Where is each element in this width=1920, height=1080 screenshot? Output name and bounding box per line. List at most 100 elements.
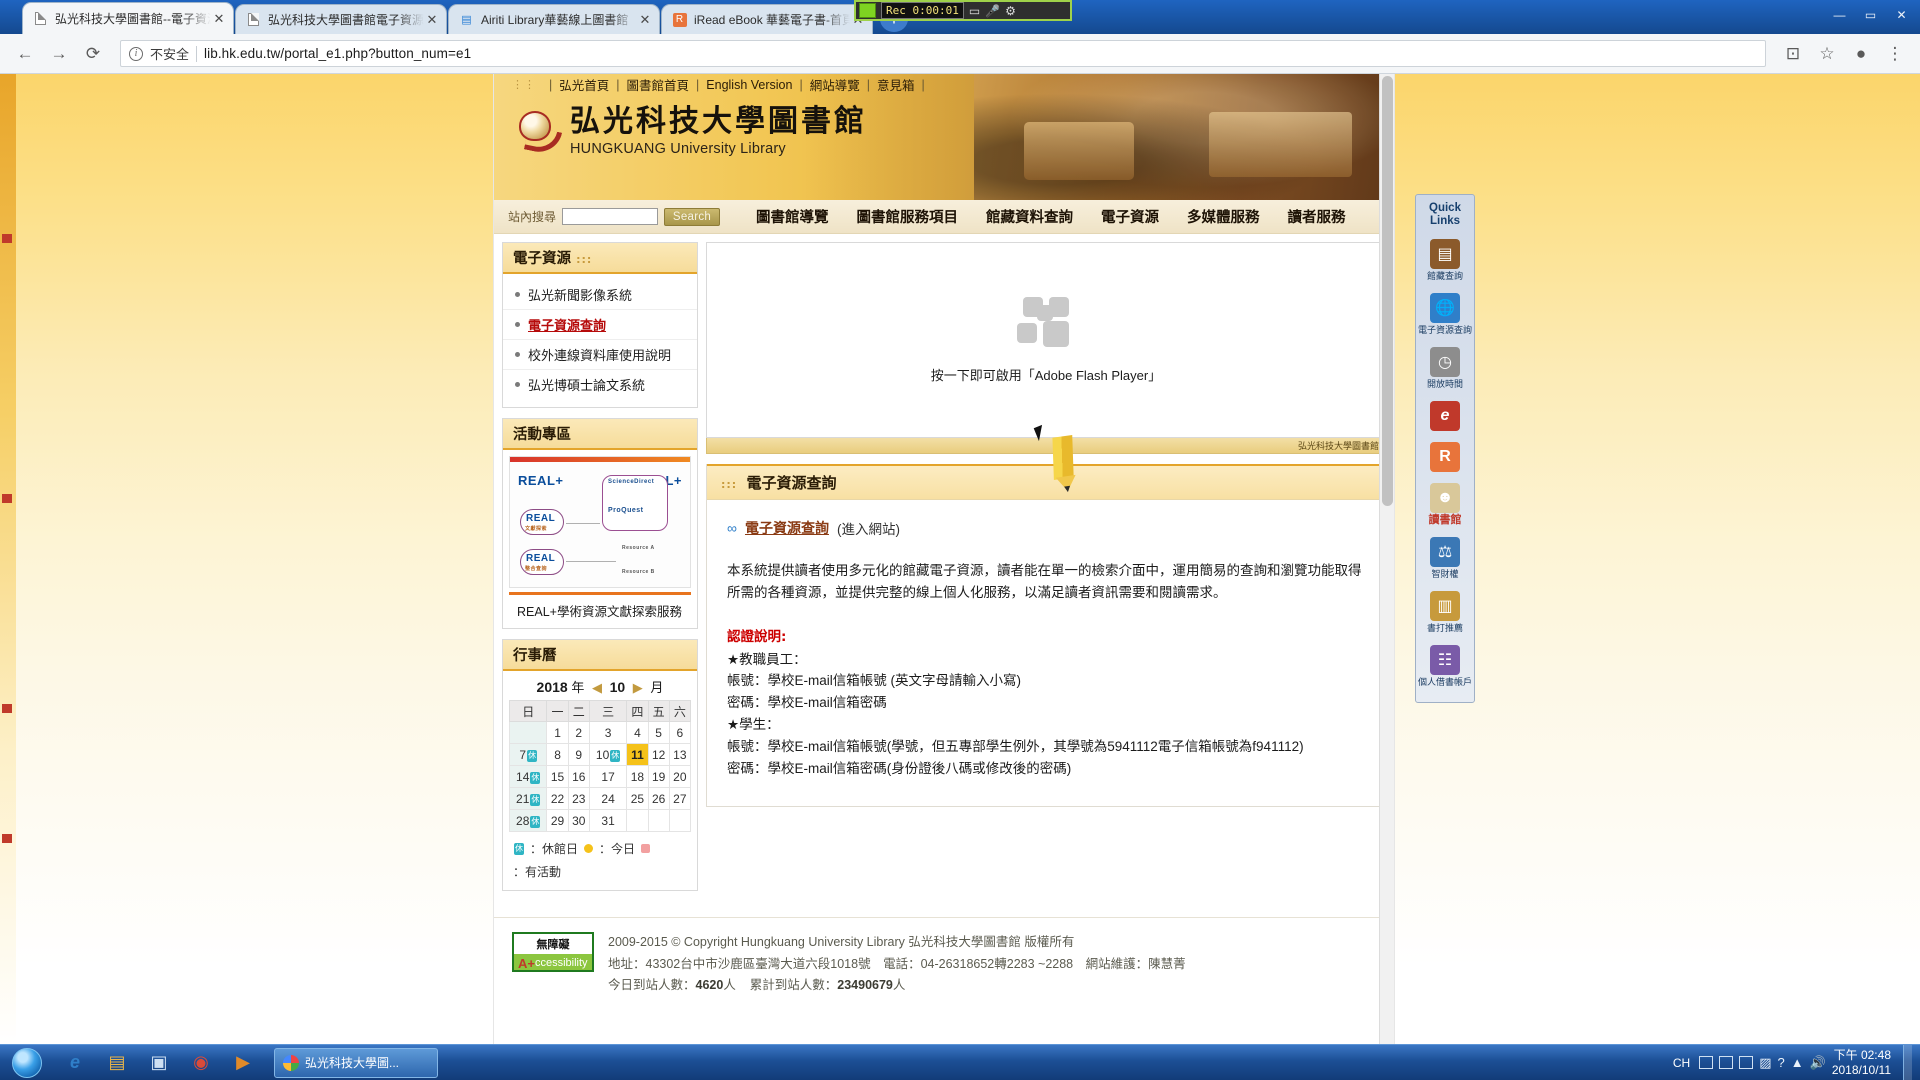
calendar-day-cell[interactable]: 28 休	[508, 809, 548, 832]
quick-link-account[interactable]: ☷ 個人借書帳戶	[1416, 640, 1474, 694]
chrome-icon[interactable]: ◉	[181, 1047, 221, 1079]
accessibility-badge-icon[interactable]: 無障礙 A + ccessibility	[512, 932, 594, 972]
browser-tab-1[interactable]: 弘光科技大學圖書館--電子資源 ✕	[22, 2, 234, 34]
calendar-day-cell[interactable]: 15	[546, 765, 569, 788]
tray-icon-keyboard[interactable]	[1699, 1056, 1714, 1069]
tab-close-button[interactable]: ✕	[424, 12, 440, 27]
calendar-day-cell[interactable]: 7休	[508, 743, 548, 766]
calendar-day-cell[interactable]: 25	[626, 787, 649, 810]
calendar-day-cell[interactable]: 12	[647, 743, 670, 766]
screen-recorder-widget[interactable]: Rec 0:00:01 ▭ 🎤 ⚙	[854, 0, 1072, 21]
calendar-day-cell[interactable]: 13	[668, 743, 692, 766]
tab-close-button[interactable]: ✕	[211, 11, 227, 26]
ime-indicator[interactable]: CH	[1670, 1056, 1693, 1070]
bookmark-star-icon[interactable]: ☆	[1812, 39, 1842, 69]
quick-link-reading[interactable]: ☻ 讀書館	[1416, 478, 1474, 532]
profile-avatar-icon[interactable]: ●	[1846, 39, 1876, 69]
calendar-day-cell[interactable]: 8	[546, 743, 569, 766]
forward-button[interactable]: →	[44, 39, 74, 69]
address-bar[interactable]: i 不安全 lib.hk.edu.tw/portal_e1.php?button…	[120, 40, 1766, 67]
start-button[interactable]	[0, 1046, 54, 1080]
tray-icon-tools[interactable]: ▨	[1759, 1055, 1771, 1071]
quick-link-catalog[interactable]: ▤ 館藏查詢	[1416, 234, 1474, 288]
calendar-day-cell[interactable]: 6	[668, 721, 692, 744]
calendar-day-cell[interactable]: 11	[626, 743, 649, 766]
recorder-settings-icon[interactable]: ⚙	[1005, 4, 1016, 18]
show-desktop-button[interactable]	[1903, 1044, 1912, 1080]
quick-link-hours[interactable]: ◷ 開放時間	[1416, 342, 1474, 396]
taskbar-window-button[interactable]: 弘光科技大學圖...	[274, 1047, 438, 1078]
quick-link-iread[interactable]: R	[1416, 437, 1474, 478]
calendar-day-cell[interactable]: 9	[567, 743, 590, 766]
topnav-item-library-home[interactable]: 圖書館首頁	[627, 75, 690, 94]
chrome-menu-icon[interactable]: ⋮	[1880, 39, 1910, 69]
calendar-day-cell[interactable]: 27	[668, 787, 692, 810]
sidebar-item-label[interactable]: 電子資源查詢	[528, 315, 606, 334]
reload-button[interactable]: ⟳	[78, 39, 108, 69]
recorder-screen-icon[interactable]: ▭	[969, 4, 980, 18]
sidebar-item-label[interactable]: 弘光博碩士論文系統	[528, 375, 645, 394]
taskbar-clock[interactable]: 下午 02:48 2018/10/11	[1832, 1048, 1897, 1078]
calendar-day-cell[interactable]: 20	[668, 765, 692, 788]
quick-link-ebook-red[interactable]: e	[1416, 396, 1474, 437]
calendar-prev-button[interactable]: ◀	[588, 680, 606, 695]
topnav-item-hk-home[interactable]: 弘光首頁	[559, 75, 609, 94]
topnav-item-english[interactable]: English Version	[706, 78, 792, 92]
sidebar-item-label[interactable]: 弘光新聞影像系統	[528, 285, 632, 304]
browser-tab-4[interactable]: R iRead eBook 華藝電子書-首頁 ✕	[661, 4, 873, 34]
calendar-day-cell[interactable]: 2	[567, 721, 590, 744]
maximize-button[interactable]: ▭	[1856, 4, 1885, 26]
tray-icon-show-hidden[interactable]: ▲	[1791, 1055, 1804, 1070]
nav-item-multimedia[interactable]: 多媒體服務	[1173, 206, 1274, 227]
sidebar-item-news-image-system[interactable]: 弘光新聞影像系統	[503, 280, 697, 310]
internet-explorer-icon[interactable]: e	[55, 1047, 95, 1079]
page-scrollbar[interactable]	[1379, 74, 1394, 1044]
calendar-day-cell[interactable]: 31	[588, 809, 628, 832]
sidebar-item-thesis-system[interactable]: 弘光博碩士論文系統	[503, 370, 697, 399]
site-info-icon[interactable]: i	[129, 46, 143, 61]
topnav-item-sitemap[interactable]: 網站導覽	[810, 75, 860, 94]
site-search-button[interactable]: Search	[664, 207, 721, 226]
activity-promo-image[interactable]: REAL+ REAL+ REAL 文獻探索 REAL 整合查詢 ScienceD…	[509, 456, 691, 588]
site-search-input[interactable]	[562, 208, 659, 225]
calendar-day-cell[interactable]: 23	[567, 787, 590, 810]
site-logo[interactable]: 弘光科技大學圖書館 HUNGKUANG University Library	[494, 95, 1394, 157]
minimize-button[interactable]: —	[1825, 4, 1854, 26]
browser-tab-3[interactable]: ▤ Airiti Library華藝線上圖書館 ✕	[448, 4, 660, 34]
calendar-day-cell[interactable]: 21 休	[508, 787, 548, 810]
quick-link-book-recommend[interactable]: ▥ 書打推薦	[1416, 586, 1474, 640]
sidebar-item-label[interactable]: 校外連線資料庫使用說明	[528, 345, 671, 364]
media-player-icon[interactable]: ▶	[223, 1047, 263, 1079]
calendar-day-cell[interactable]: 1	[546, 721, 569, 744]
file-explorer-icon[interactable]: ▤	[97, 1047, 137, 1079]
calendar-day-cell[interactable]: 3	[588, 721, 628, 744]
nav-item-eresources[interactable]: 電子資源	[1087, 206, 1173, 227]
back-button[interactable]: ←	[10, 39, 40, 69]
tray-icon-handwriting[interactable]	[1739, 1056, 1754, 1069]
calendar-day-cell[interactable]: 16	[567, 765, 590, 788]
calendar-day-cell[interactable]: 10 休	[588, 743, 628, 766]
tab-close-button[interactable]: ✕	[637, 12, 653, 27]
close-window-button[interactable]: ✕	[1887, 4, 1916, 26]
calendar-day-cell[interactable]: 18	[626, 765, 649, 788]
quick-link-eresources[interactable]: 🌐 電子資源查詢	[1416, 288, 1474, 342]
calendar-day-cell[interactable]: 22	[546, 787, 569, 810]
browser-tab-2[interactable]: 弘光科技大學圖書館電子資源整 ✕	[235, 4, 447, 34]
calendar-day-cell[interactable]: 14 休	[508, 765, 548, 788]
calendar-day-cell[interactable]: 17	[588, 765, 628, 788]
calendar-day-cell[interactable]: 19	[647, 765, 670, 788]
nav-item-services[interactable]: 圖書館服務項目	[843, 206, 973, 227]
nav-item-library-guide[interactable]: 圖書館導覽	[742, 206, 843, 227]
calendar-day-cell[interactable]: 30	[567, 809, 590, 832]
calendar-day-cell[interactable]: 4	[626, 721, 649, 744]
tray-icon-volume[interactable]: 🔊	[1810, 1055, 1826, 1071]
cast-icon[interactable]: ⊡	[1778, 39, 1808, 69]
recorder-mic-icon[interactable]: 🎤	[985, 4, 1000, 18]
nav-item-catalog-search[interactable]: 館藏資料查詢	[972, 206, 1087, 227]
calendar-day-cell[interactable]: 24	[588, 787, 628, 810]
flash-player-placeholder[interactable]: 按一下即可啟用「Adobe Flash Player」	[706, 242, 1386, 438]
eresource-entry-link[interactable]: 電子資源查詢	[745, 518, 829, 538]
sidebar-item-eresource-search[interactable]: 電子資源查詢	[503, 310, 697, 340]
calendar-day-cell[interactable]: 5	[647, 721, 670, 744]
tray-icon-help[interactable]: ?	[1778, 1055, 1785, 1070]
